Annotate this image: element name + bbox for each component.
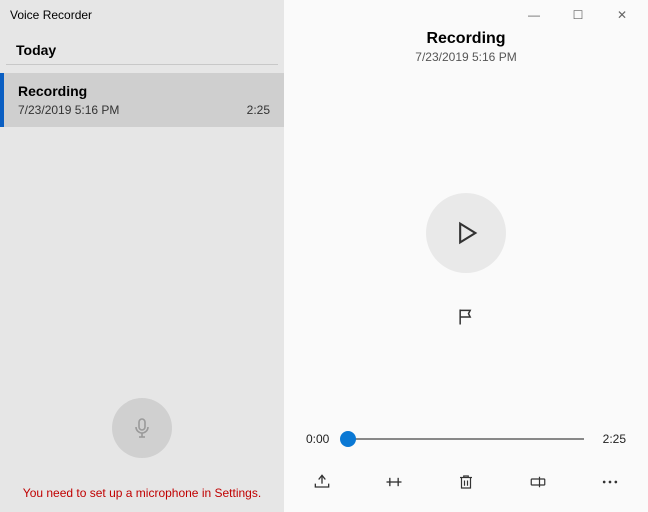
seek-track[interactable]: [348, 438, 584, 440]
rename-icon: [527, 473, 549, 491]
trim-icon: [383, 472, 405, 492]
recording-item-duration: 2:25: [247, 103, 270, 117]
current-time: 0:00: [306, 432, 340, 446]
delete-button[interactable]: [450, 466, 482, 498]
voice-recorder-app: Voice Recorder Today Recording 7/23/2019…: [0, 0, 648, 512]
maximize-icon: ☐: [573, 8, 584, 22]
microphone-icon: [130, 416, 154, 440]
sidebar: Voice Recorder Today Recording 7/23/2019…: [0, 0, 284, 512]
recording-header: Recording 7/23/2019 5:16 PM: [284, 30, 648, 64]
section-header-today: Today: [6, 26, 278, 65]
recording-date: 7/23/2019 5:16 PM: [284, 50, 648, 64]
play-icon: [452, 219, 480, 247]
seek-thumb[interactable]: [340, 431, 356, 447]
microphone-warning[interactable]: You need to set up a microphone in Setti…: [0, 486, 284, 500]
app-title: Voice Recorder: [0, 0, 284, 26]
flag-icon: [456, 307, 476, 327]
trash-icon: [457, 472, 475, 492]
recording-title: Recording: [284, 30, 648, 48]
bottom-toolbar: [284, 446, 648, 512]
flag-button[interactable]: [450, 301, 482, 333]
share-icon: [312, 472, 332, 492]
playback-area: [284, 104, 648, 422]
maximize-button[interactable]: ☐: [556, 1, 600, 29]
more-button[interactable]: [594, 466, 626, 498]
main-pane: — ☐ ✕ Recording 7/23/2019 5:16 PM: [284, 0, 648, 512]
trim-button[interactable]: [378, 466, 410, 498]
close-icon: ✕: [617, 8, 627, 22]
timeline: 0:00 2:25: [284, 422, 648, 446]
close-button[interactable]: ✕: [600, 1, 644, 29]
record-button[interactable]: [112, 398, 172, 458]
recording-item[interactable]: Recording 7/23/2019 5:16 PM 2:25: [0, 73, 284, 127]
recording-item-title: Recording: [18, 83, 270, 99]
more-icon: [600, 472, 620, 492]
minimize-icon: —: [528, 8, 540, 22]
share-button[interactable]: [306, 466, 338, 498]
total-time: 2:25: [592, 432, 626, 446]
window-controls: — ☐ ✕: [284, 0, 648, 30]
recording-list: Recording 7/23/2019 5:16 PM 2:25: [0, 73, 284, 127]
rename-button[interactable]: [522, 466, 554, 498]
recording-item-date: 7/23/2019 5:16 PM: [18, 103, 119, 117]
play-button[interactable]: [426, 193, 506, 273]
minimize-button[interactable]: —: [512, 1, 556, 29]
